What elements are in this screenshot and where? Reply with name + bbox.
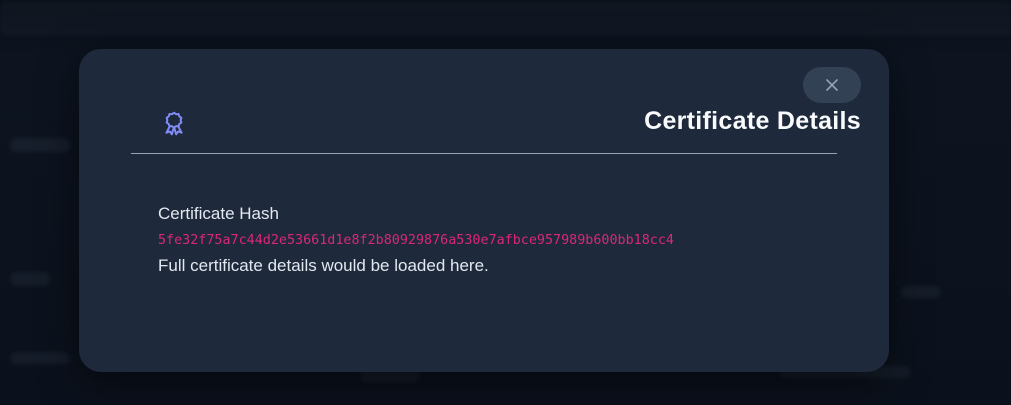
background-text: [10, 352, 70, 364]
details-placeholder-text: Full certificate details would be loaded…: [158, 256, 489, 275]
background-bar: [0, 0, 1011, 36]
modal-body: Certificate Hash 5fe32f75a7c44d2e53661d1…: [158, 204, 838, 276]
award-badge-icon: [165, 111, 183, 136]
certificate-hash-value: 5fe32f75a7c44d2e53661d1e8f2b80929876a530…: [158, 233, 674, 248]
background-text: [900, 286, 940, 298]
background-text: [10, 272, 50, 286]
modal-title: Certificate Details: [644, 106, 861, 135]
background-text: [10, 138, 70, 152]
certificate-details-modal: Certificate Details Certificate Hash 5fe…: [79, 49, 889, 372]
certificate-hash-label: Certificate Hash: [158, 204, 279, 223]
modal-header: Certificate Details: [131, 89, 861, 154]
